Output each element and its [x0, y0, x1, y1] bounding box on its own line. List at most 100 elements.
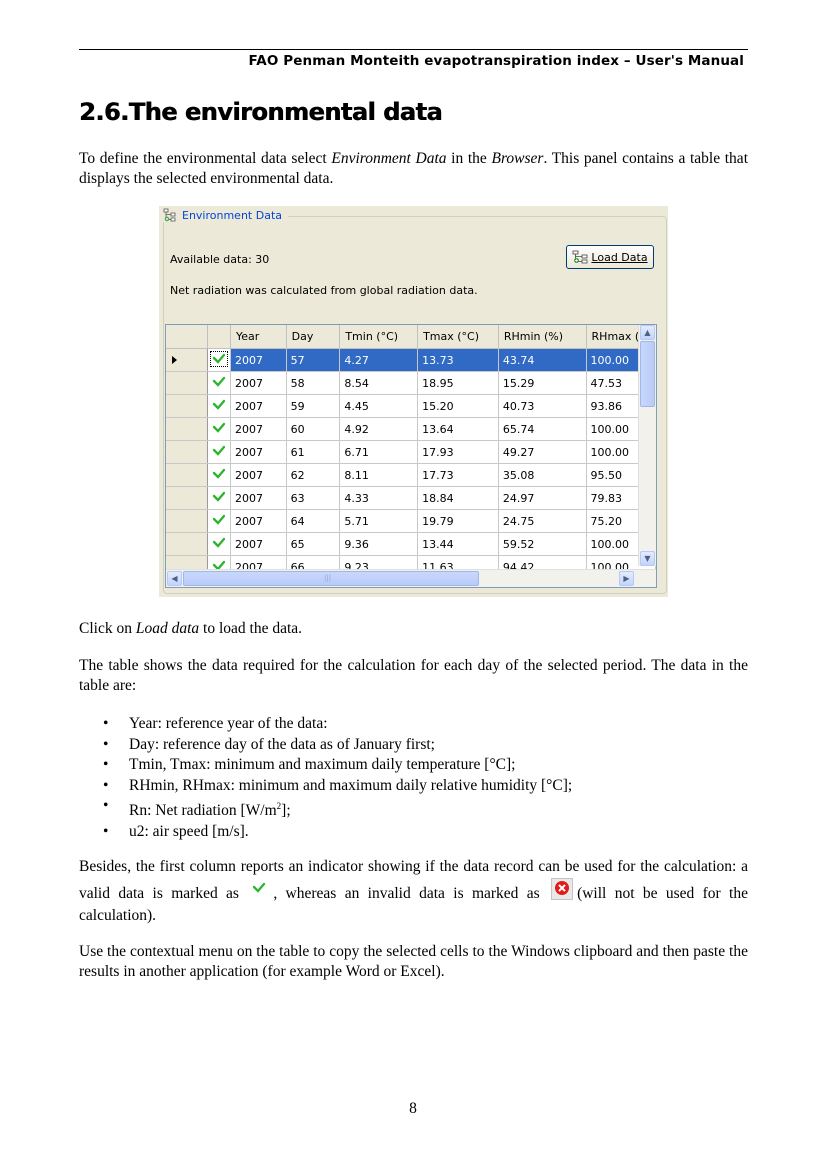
- cell-year[interactable]: 2007: [230, 532, 287, 556]
- scroll-up-icon[interactable]: ▲: [640, 325, 655, 340]
- cell-tmax[interactable]: 19.79: [417, 509, 499, 533]
- cell-rhmin[interactable]: 24.97: [498, 486, 587, 510]
- valid-indicator-cell[interactable]: [207, 394, 231, 418]
- cell-tmin[interactable]: 4.92: [339, 417, 419, 441]
- vertical-scroll-thumb[interactable]: [640, 341, 655, 407]
- click-paragraph: Click on Load data to load the data.: [79, 620, 303, 637]
- row-header[interactable]: [166, 486, 209, 510]
- valid-indicator-cell[interactable]: [207, 486, 231, 510]
- cell-year[interactable]: 2007: [230, 509, 287, 533]
- cell-year[interactable]: 2007: [230, 394, 287, 418]
- row-header-corner: [166, 325, 209, 349]
- cell-tmin[interactable]: 6.71: [339, 440, 419, 464]
- cell-day[interactable]: 63: [286, 486, 341, 510]
- scroll-right-icon[interactable]: ▶: [619, 571, 634, 586]
- cell-tmin[interactable]: 9.36: [339, 532, 419, 556]
- cell-rhmin[interactable]: 35.08: [498, 463, 587, 487]
- column-header-rhmin[interactable]: RHmin (%): [498, 325, 587, 349]
- valid-indicator-cell[interactable]: [207, 532, 231, 556]
- valid-check-icon: [212, 399, 226, 410]
- row-header[interactable]: [166, 348, 209, 372]
- cell-year[interactable]: 2007: [230, 417, 287, 441]
- cell-tmax[interactable]: 18.84: [417, 486, 499, 510]
- load-data-icon: [573, 250, 588, 264]
- column-header-tmax[interactable]: Tmax (°C): [417, 325, 499, 349]
- column-header-tmin[interactable]: Tmin (°C): [339, 325, 419, 349]
- environment-data-panel: Environment Data Available data: 30 Net …: [159, 206, 668, 597]
- table-row[interactable]: 2007 59 4.45 15.20 40.73 93.86: [166, 394, 656, 418]
- cell-tmin[interactable]: 4.27: [339, 348, 419, 372]
- valid-indicator-cell[interactable]: [207, 509, 231, 533]
- row-header[interactable]: [166, 463, 209, 487]
- cell-day[interactable]: 58: [286, 371, 341, 395]
- valid-indicator-cell[interactable]: [207, 417, 231, 441]
- valid-check-icon: [212, 376, 226, 387]
- table-row[interactable]: 2007 64 5.71 19.79 24.75 75.20: [166, 509, 656, 533]
- row-header[interactable]: [166, 440, 209, 464]
- valid-check-icon: [210, 350, 229, 367]
- table-row[interactable]: 2007 62 8.11 17.73 35.08 95.50: [166, 463, 656, 487]
- cell-rhmin[interactable]: 15.29: [498, 371, 587, 395]
- table-row[interactable]: 2007 57 4.27 13.73 43.74 100.00: [166, 348, 656, 372]
- cell-year[interactable]: 2007: [230, 371, 287, 395]
- table-row[interactable]: 2007 60 4.92 13.64 65.74 100.00: [166, 417, 656, 441]
- cell-year[interactable]: 2007: [230, 440, 287, 464]
- cell-rhmin[interactable]: 40.73: [498, 394, 587, 418]
- load-data-label: Load Data: [591, 250, 648, 264]
- horizontal-scroll-thumb[interactable]: |||: [183, 571, 479, 586]
- valid-indicator-cell[interactable]: [207, 463, 231, 487]
- scroll-left-icon[interactable]: ◀: [167, 571, 182, 586]
- cell-tmin[interactable]: 4.33: [339, 486, 419, 510]
- cell-rhmin[interactable]: 24.75: [498, 509, 587, 533]
- list-item: Tmin, Tmax: minimum and maximum daily te…: [79, 755, 679, 776]
- cell-tmin[interactable]: 4.45: [339, 394, 419, 418]
- table-row[interactable]: 2007 65 9.36 13.44 59.52 100.00: [166, 532, 656, 556]
- column-header-day[interactable]: Day: [286, 325, 341, 349]
- cell-rhmin[interactable]: 49.27: [498, 440, 587, 464]
- valid-indicator-cell[interactable]: [207, 348, 231, 372]
- cell-tmax[interactable]: 13.44: [417, 532, 499, 556]
- cell-tmax[interactable]: 17.93: [417, 440, 499, 464]
- cell-tmax[interactable]: 13.64: [417, 417, 499, 441]
- row-header[interactable]: [166, 394, 209, 418]
- cell-tmin[interactable]: 8.11: [339, 463, 419, 487]
- group-title: Environment Data: [182, 208, 282, 222]
- cell-tmin[interactable]: 8.54: [339, 371, 419, 395]
- table-row[interactable]: 2007 61 6.71 17.93 49.27 100.00: [166, 440, 656, 464]
- horizontal-scrollbar[interactable]: ◀ ||| ▶: [166, 569, 656, 587]
- net-radiation-note: Net radiation was calculated from global…: [170, 284, 478, 297]
- table-row[interactable]: 2007 63 4.33 18.84 24.97 79.83: [166, 486, 656, 510]
- row-header[interactable]: [166, 532, 209, 556]
- cell-tmin[interactable]: 5.71: [339, 509, 419, 533]
- cell-tmax[interactable]: 17.73: [417, 463, 499, 487]
- cell-year[interactable]: 2007: [230, 348, 287, 372]
- cell-tmax[interactable]: 13.73: [417, 348, 499, 372]
- cell-year[interactable]: 2007: [230, 486, 287, 510]
- cell-rhmin[interactable]: 59.52: [498, 532, 587, 556]
- cell-day[interactable]: 62: [286, 463, 341, 487]
- column-header-valid[interactable]: [207, 325, 231, 349]
- cell-year[interactable]: 2007: [230, 463, 287, 487]
- cell-tmax[interactable]: 18.95: [417, 371, 499, 395]
- cell-day[interactable]: 60: [286, 417, 341, 441]
- environment-data-grid[interactable]: Year Day Tmin (°C) Tmax (°C) RHmin (%) R…: [165, 324, 657, 588]
- column-header-year[interactable]: Year: [230, 325, 287, 349]
- vertical-scrollbar[interactable]: ▲ ▼: [638, 325, 656, 566]
- table-row[interactable]: 2007 58 8.54 18.95 15.29 47.53: [166, 371, 656, 395]
- cell-day[interactable]: 65: [286, 532, 341, 556]
- cell-day[interactable]: 61: [286, 440, 341, 464]
- cell-day[interactable]: 59: [286, 394, 341, 418]
- cell-day[interactable]: 64: [286, 509, 341, 533]
- list-item: Rn: Net radiation [W/m2];: [79, 796, 679, 822]
- cell-rhmin[interactable]: 65.74: [498, 417, 587, 441]
- cell-tmax[interactable]: 15.20: [417, 394, 499, 418]
- load-data-button[interactable]: Load Data: [566, 245, 654, 269]
- valid-indicator-cell[interactable]: [207, 440, 231, 464]
- row-header[interactable]: [166, 417, 209, 441]
- row-header[interactable]: [166, 371, 209, 395]
- row-header[interactable]: [166, 509, 209, 533]
- cell-day[interactable]: 57: [286, 348, 341, 372]
- cell-rhmin[interactable]: 43.74: [498, 348, 587, 372]
- valid-indicator-cell[interactable]: [207, 371, 231, 395]
- scroll-down-icon[interactable]: ▼: [640, 551, 655, 566]
